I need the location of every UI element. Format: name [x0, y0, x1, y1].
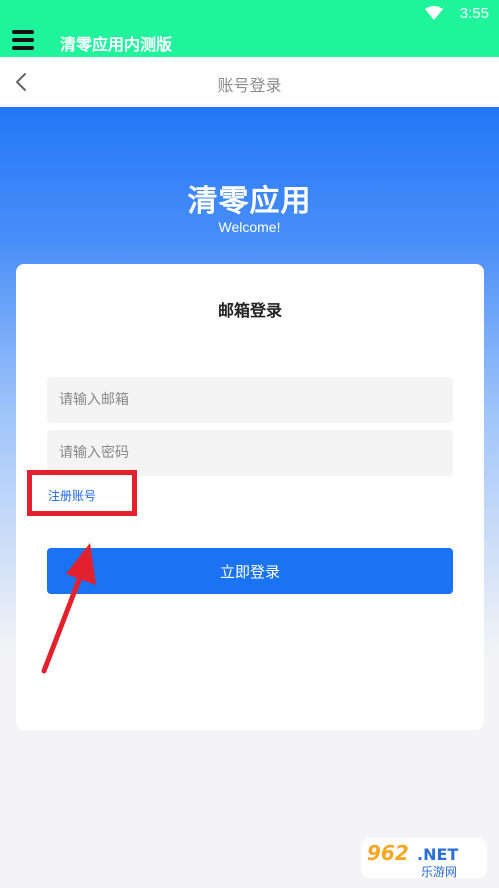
- app-title: 清零应用内测版: [60, 35, 173, 54]
- register-link[interactable]: 注册账号: [48, 487, 96, 504]
- password-input[interactable]: [47, 430, 453, 476]
- email-input[interactable]: [47, 377, 453, 423]
- menu-icon[interactable]: [12, 30, 34, 50]
- svg-text:962: 962: [367, 841, 409, 865]
- svg-text:.NET: .NET: [417, 845, 458, 864]
- svg-text:乐游网: 乐游网: [421, 865, 457, 879]
- login-card-title: 邮箱登录: [217, 301, 282, 320]
- hero-title: 清零应用: [187, 184, 312, 219]
- status-time: 3:55: [459, 5, 489, 22]
- page-title: 账号登录: [217, 76, 282, 95]
- login-card: 邮箱登录 注册账号 立即登录: [16, 264, 484, 730]
- nav-bar: 账号登录: [0, 57, 499, 107]
- hero-subtitle: Welcome!: [218, 219, 281, 235]
- watermark-logo-icon: 962 .NET 乐游网: [361, 838, 487, 879]
- wifi-icon: [425, 6, 443, 20]
- app-bar: 3:55 清零应用内测版: [0, 0, 499, 57]
- login-button[interactable]: 立即登录: [47, 548, 453, 594]
